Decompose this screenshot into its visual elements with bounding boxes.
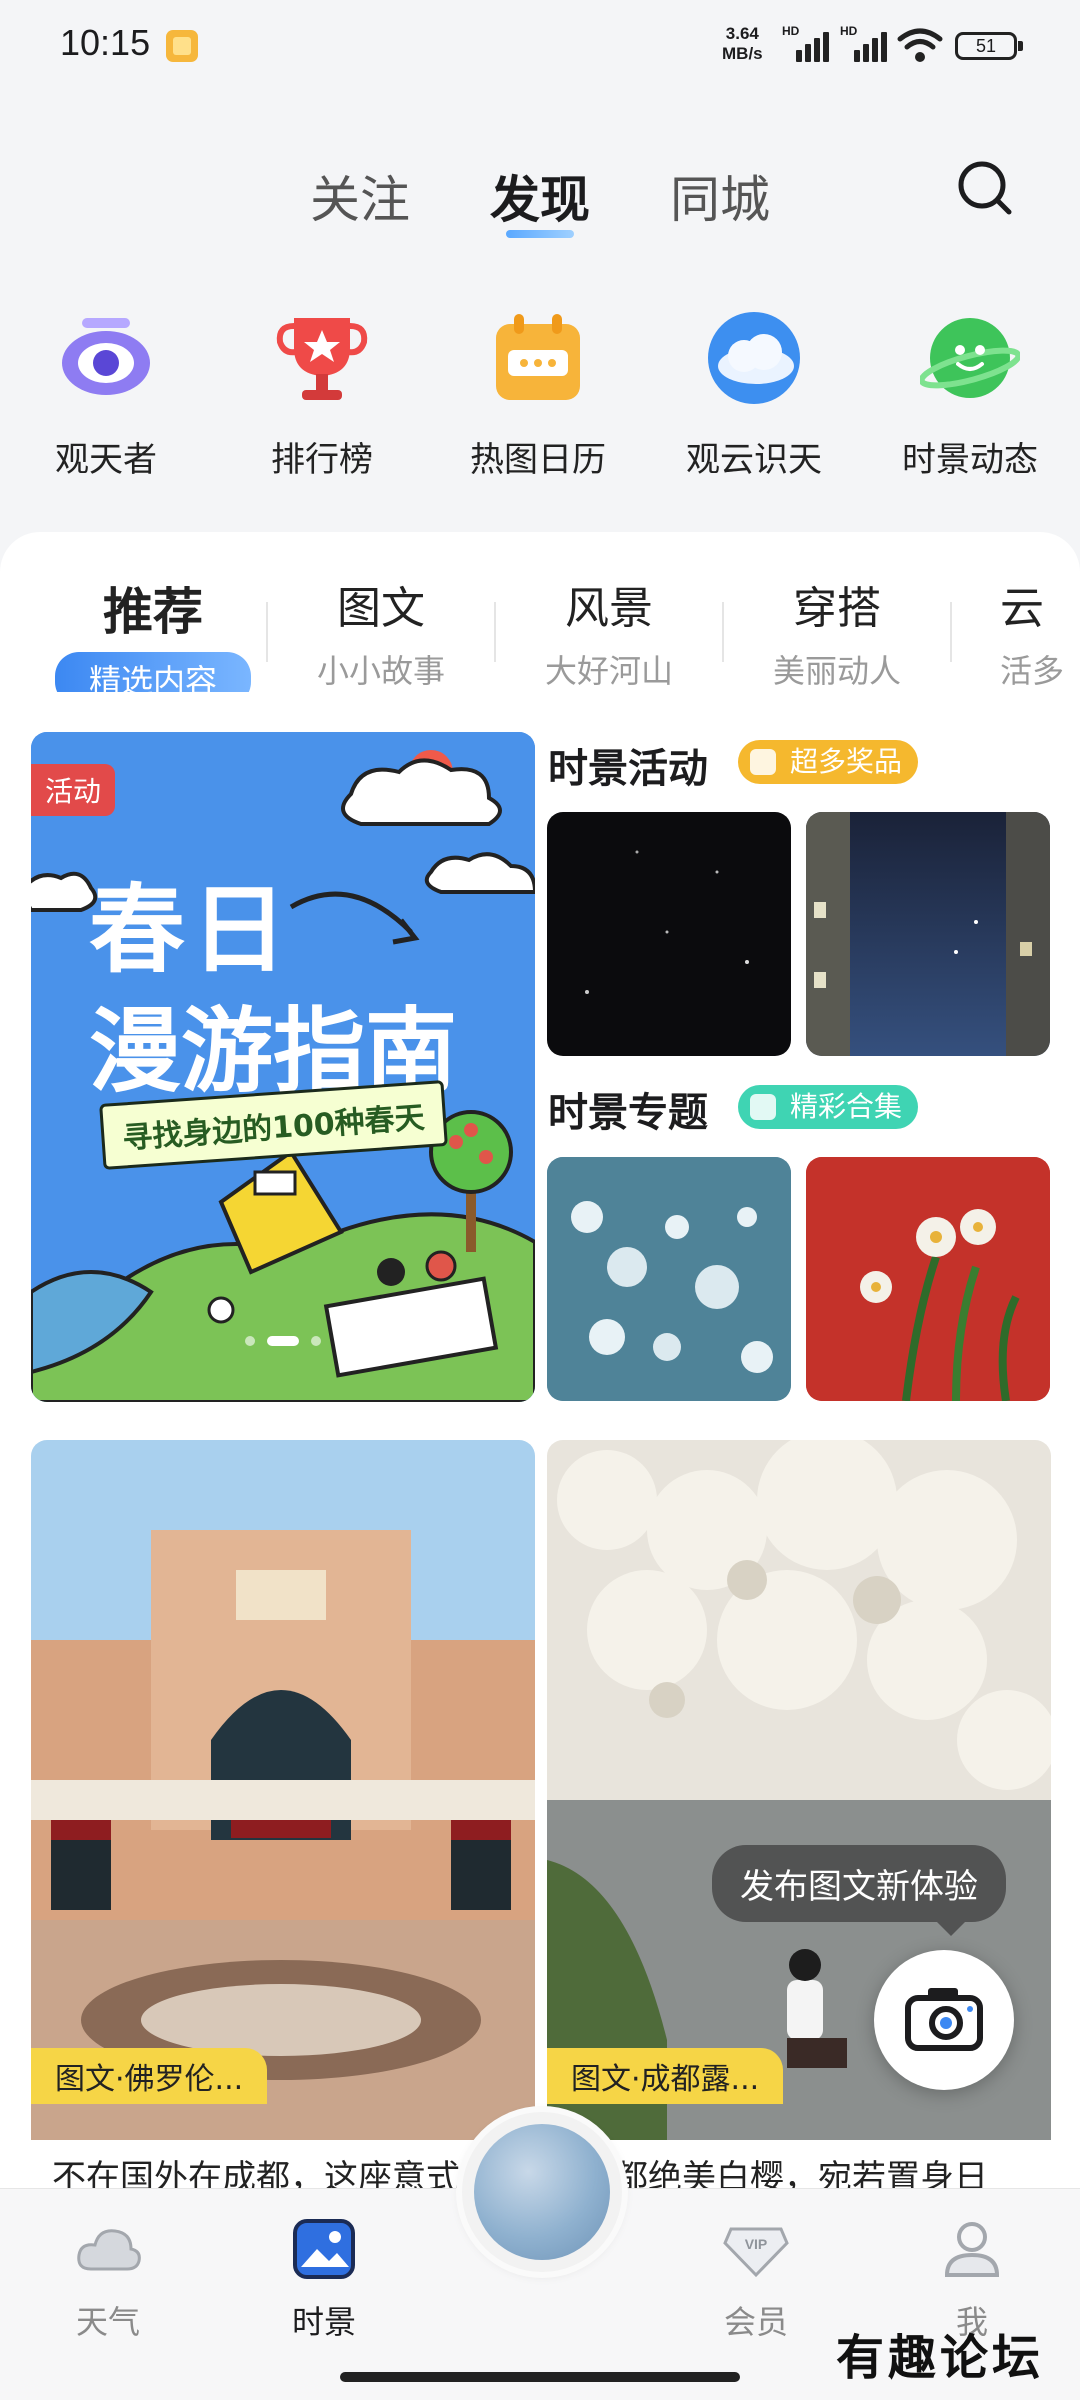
- badge-label: 超多奖品: [790, 745, 903, 778]
- publish-camera-button[interactable]: [874, 1950, 1014, 2090]
- category-subtitle: 美丽动人: [772, 652, 901, 690]
- planet-icon: [918, 318, 1022, 398]
- battery-icon: 51: [955, 32, 1023, 60]
- stars-image: [585, 850, 749, 994]
- nav-weather[interactable]: 天气: [28, 2219, 188, 2343]
- ice-image: [547, 1157, 791, 1401]
- watermark-text: 有趣论坛: [836, 2330, 1045, 2386]
- publish-tooltip: 发布图文新体验: [712, 1845, 1006, 1936]
- grid-icon: [750, 749, 776, 775]
- category-outfit[interactable]: 穿搭 美丽动人: [737, 572, 937, 692]
- activity-badge: 超多奖品: [738, 740, 919, 784]
- entry-scene-feed[interactable]: 时景动态: [880, 300, 1060, 481]
- divider: [722, 602, 724, 662]
- signal-icon: HD: [782, 24, 832, 62]
- entry-sky-watcher[interactable]: 观天者: [16, 300, 196, 481]
- quick-entry-row: 观天者 排行榜 热图日历 观云识天 时景动态: [0, 300, 1080, 490]
- calendar-icon: [496, 314, 580, 400]
- entry-label: 观云识天: [686, 440, 822, 480]
- narcissus-thumbnail[interactable]: [806, 1157, 1050, 1401]
- top-tab-bar: 关注 发现 同城: [0, 150, 1080, 250]
- status-time: 10:15: [60, 22, 151, 63]
- nav-vip[interactable]: VIP 会员: [676, 2219, 836, 2343]
- category-title: 云: [1000, 583, 1044, 634]
- vip-icon: VIP: [723, 2227, 789, 2278]
- mall-photo: [31, 1440, 535, 2140]
- category-article[interactable]: 图文 小小故事: [281, 572, 481, 692]
- signal-icon-2: HD: [840, 24, 890, 62]
- signal-label: HD: [782, 24, 800, 38]
- topic-badge: 精彩合集: [738, 1085, 919, 1129]
- tab-same-city[interactable]: 同城: [670, 160, 770, 232]
- entry-label: 热图日历: [470, 440, 606, 480]
- city-night-thumbnail[interactable]: [806, 812, 1050, 1056]
- cloud-icon: [77, 2229, 141, 2271]
- svg-text:VIP: VIP: [745, 2236, 768, 2252]
- night-sky-thumbnail[interactable]: [547, 812, 791, 1056]
- category-subtitle: 精选内容: [55, 652, 251, 692]
- ice-bubbles-thumbnail[interactable]: [547, 1157, 791, 1401]
- buildings-image: [806, 812, 1050, 1056]
- category-title: 推荐: [103, 583, 203, 641]
- category-subtitle: 活多: [1000, 652, 1065, 690]
- tab-discover[interactable]: 发现: [490, 160, 590, 232]
- topic-section-title[interactable]: 时景专题: [548, 1080, 708, 1138]
- tab-follow[interactable]: 关注: [310, 160, 410, 232]
- divider: [494, 602, 496, 662]
- nav-label: 天气: [75, 2303, 140, 2341]
- category-title: 穿搭: [793, 583, 881, 634]
- sky-orb-image: [474, 2124, 610, 2260]
- category-cloud[interactable]: 云 活多: [966, 572, 1076, 692]
- image-icon: [293, 2219, 355, 2279]
- eye-icon: [62, 318, 150, 395]
- user-icon: [944, 2222, 1000, 2277]
- activity-banner[interactable]: 活动 春日 漫游指南 寻找身边的100种春天: [31, 732, 535, 1402]
- network-speed-value: 3.64: [725, 24, 759, 43]
- carousel-dots: [31, 1331, 535, 1350]
- camera-icon: [905, 1988, 983, 2051]
- entry-label: 观天者: [55, 440, 157, 480]
- category-subtitle: 小小故事: [316, 652, 445, 690]
- activity-tag: 活动: [31, 764, 116, 816]
- entry-cloud-id[interactable]: 观云识天: [664, 300, 844, 481]
- card-label: 图文·佛罗伦...: [31, 2048, 268, 2104]
- category-title: 图文: [337, 583, 425, 634]
- category-subtitle: 大好河山: [544, 652, 673, 690]
- divider: [950, 602, 952, 662]
- nav-label: 时景: [291, 2303, 356, 2341]
- badge-label: 精彩合集: [790, 1090, 903, 1123]
- feed-card[interactable]: 图文·佛罗伦...: [31, 1440, 535, 2140]
- card-label: 图文·成都露...: [547, 2048, 784, 2104]
- category-tabs: 推荐 精选内容 图文 小小故事 风景 大好河山 穿搭 美丽动人 云 活多: [0, 572, 1080, 692]
- category-title: 风景: [565, 583, 653, 634]
- center-sky-button[interactable]: [462, 2112, 622, 2272]
- network-speed-unit: MB/s: [722, 44, 763, 63]
- entry-ranking[interactable]: 排行榜: [232, 300, 412, 481]
- activity-section-title[interactable]: 时景活动: [548, 736, 708, 794]
- grid-icon: [750, 1094, 776, 1120]
- network-speed: 3.64 MB/s: [722, 24, 763, 64]
- home-indicator[interactable]: [340, 2372, 740, 2382]
- entry-label: 时景动态: [902, 440, 1038, 480]
- category-recommend[interactable]: 推荐 精选内容: [53, 572, 253, 692]
- banner-headline-1: 春日: [89, 874, 293, 986]
- nav-label: 会员: [723, 2303, 788, 2341]
- flower-image: [806, 1157, 1050, 1401]
- nav-scenes[interactable]: 时景: [244, 2219, 404, 2343]
- search-icon[interactable]: [955, 158, 1015, 218]
- entry-photo-calendar[interactable]: 热图日历: [448, 300, 628, 481]
- notification-icon: [166, 30, 198, 62]
- wifi-icon: [897, 28, 943, 62]
- trophy-icon: [276, 318, 368, 400]
- signal-label-2: HD: [840, 24, 858, 38]
- category-scenery[interactable]: 风景 大好河山: [509, 572, 709, 692]
- status-bar: 10:15 3.64 MB/s HD HD 51: [0, 0, 1080, 90]
- cloud-globe-icon: [708, 312, 800, 404]
- active-tab-indicator: [506, 230, 574, 238]
- divider: [266, 602, 268, 662]
- entry-label: 排行榜: [271, 440, 373, 480]
